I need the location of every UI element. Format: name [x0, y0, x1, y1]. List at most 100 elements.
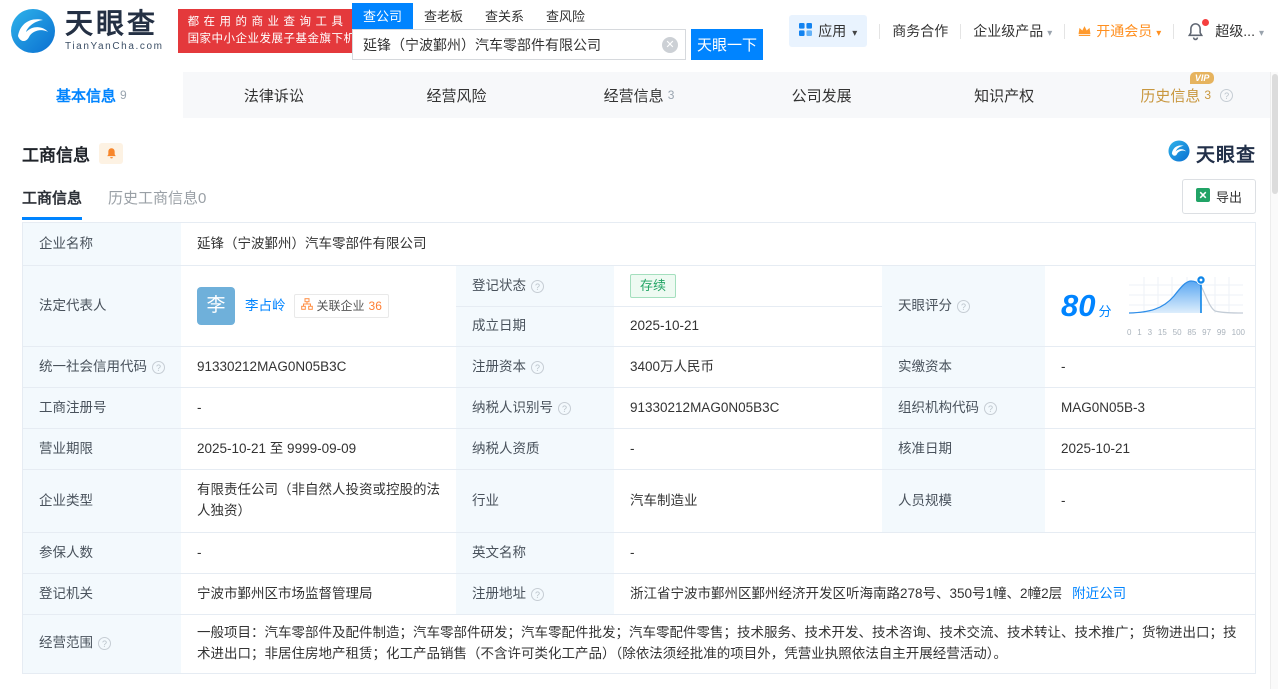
chevron-down-icon	[1156, 23, 1161, 39]
score-unit: 分	[1098, 303, 1112, 319]
label-text: 天眼评分	[898, 297, 952, 313]
header: 天眼查 TianYanCha.com 都在用的商业查询工具 国家中小企业发展子基…	[0, 0, 1278, 62]
tab-intellectual-property[interactable]: 知识产权	[913, 72, 1096, 118]
notification-dot	[1202, 18, 1210, 26]
table-row: 企业类型 有限责任公司（非自然人投资或控股的法人独资） 行业 汽车制造业 人员规…	[23, 469, 1255, 532]
main-content: 工商信息 天眼查 工商信息 历史工商信息0 导出 企业名称 延锋（宁波鄞州）汽车…	[0, 140, 1278, 674]
help-icon[interactable]	[957, 299, 970, 313]
field-label: 工商注册号	[23, 388, 181, 428]
tab-label: 历史信息	[1140, 87, 1201, 105]
tab-history-info[interactable]: 历史信息 VIP 3	[1095, 71, 1278, 118]
divider	[1064, 23, 1066, 39]
label-text: 登记状态	[472, 277, 526, 293]
help-icon[interactable]	[531, 360, 544, 374]
score-value: 80	[1061, 287, 1096, 323]
table-row: 工商注册号 - 纳税人识别号 91330212MAG0N05B3C 组织机构代码…	[23, 387, 1255, 428]
field-label: 纳税人识别号	[456, 388, 614, 428]
nav-enterprise[interactable]: 企业级产品	[973, 21, 1052, 41]
search-input[interactable]	[352, 29, 686, 60]
field-label: 登记状态	[456, 266, 614, 307]
table-row: 营业期限 2025-10-21 至 9999-09-09 纳税人资质 - 核准日…	[23, 428, 1255, 469]
field-label: 经营范围	[23, 615, 181, 673]
apps-menu[interactable]: 应用	[789, 15, 868, 47]
label-text: 注册资本	[472, 358, 526, 374]
divider	[960, 23, 962, 39]
search-tab-company[interactable]: 查公司	[352, 3, 414, 29]
field-label: 注册资本	[456, 347, 614, 387]
table-row: 法定代表人 李 李占岭 关联企业 36 登记状态 ? 存续 成立日期 2025-…	[23, 265, 1255, 346]
insured-staff-value: -	[197, 544, 202, 560]
help-icon[interactable]	[152, 360, 165, 374]
avatar[interactable]: 李	[197, 287, 235, 325]
score-cell: 80 分 0 1 3 15 50 85 97 99 100	[1045, 266, 1255, 346]
legal-rep-cell: 李 李占岭 关联企业 36	[181, 266, 456, 346]
field-label: 参保人数	[23, 533, 181, 573]
subscribe-bell-button[interactable]	[99, 143, 123, 164]
tab-count: 9	[119, 88, 127, 102]
tab-count: 3	[667, 88, 675, 102]
business-scope-value: 一般项目：汽车零部件及配件制造；汽车零部件研发；汽车零配件批发；汽车零配件零售；…	[197, 625, 1237, 661]
field-label: 法定代表人	[23, 266, 181, 346]
brand-name: 天眼查	[65, 8, 159, 39]
related-companies-badge[interactable]: 关联企业 36	[293, 293, 389, 319]
watermark-logo-icon	[1168, 140, 1190, 167]
nav-open-vip[interactable]: 开通会员	[1077, 21, 1161, 41]
search-button[interactable]: 天眼一下	[691, 29, 763, 60]
tab-legal-proceedings[interactable]: 法律诉讼	[183, 72, 366, 118]
label-text: 经营范围	[39, 635, 93, 651]
nearby-companies-link[interactable]: 附近公司	[1072, 584, 1126, 605]
watermark-logo: 天眼查	[1168, 140, 1256, 167]
help-icon[interactable]	[98, 637, 111, 651]
divider	[879, 23, 881, 39]
export-button[interactable]: 导出	[1181, 179, 1256, 214]
help-icon[interactable]	[531, 279, 544, 293]
approval-date-value: 2025-10-21	[1061, 440, 1131, 456]
field-label: 组织机构代码	[882, 388, 1045, 428]
chevron-down-icon	[1047, 23, 1052, 39]
subtab-history-registration[interactable]: 历史工商信息0	[108, 187, 206, 220]
chevron-down-icon	[852, 23, 857, 39]
credit-code-value: 91330212MAG0N05B3C	[197, 358, 347, 374]
field-label: 成立日期	[456, 307, 614, 346]
tab-label: 知识产权	[974, 87, 1035, 105]
reg-status-cell: 存续	[614, 266, 882, 306]
related-count: 36	[368, 298, 382, 313]
tab-basic-info[interactable]: 基本信息 9	[0, 72, 183, 118]
nav-cooperation[interactable]: 商务合作	[892, 21, 948, 41]
org-chart-icon	[300, 297, 313, 316]
field-label: 核准日期	[882, 429, 1045, 469]
table-row: 企业名称 延锋（宁波鄞州）汽车零部件有限公司	[23, 223, 1255, 265]
tianyancha-logo[interactable]: 天眼查 TianYanCha.com	[10, 8, 164, 54]
score-axis-ticks: 0 1 3 15 50 85 97 99 100	[1127, 327, 1245, 337]
help-icon[interactable]	[531, 587, 544, 601]
search-tab-boss[interactable]: 查老板	[413, 3, 474, 29]
chevron-down-icon	[1259, 23, 1264, 39]
search-tab-risk[interactable]: 查风险	[535, 3, 596, 29]
field-label: 注册地址	[456, 574, 614, 614]
tab-operating-risk[interactable]: 经营风险	[365, 72, 548, 118]
field-label: 统一社会信用代码	[23, 347, 181, 387]
field-label: 实缴资本	[882, 347, 1045, 387]
scrollbar[interactable]	[1270, 72, 1278, 689]
reg-no-value: -	[197, 399, 202, 415]
user-menu[interactable]: 超级...	[1215, 21, 1264, 41]
company-name-value: 延锋（宁波鄞州）汽车零部件有限公司	[197, 235, 427, 251]
notification-bell[interactable]	[1186, 18, 1210, 41]
tab-label: 法律诉讼	[243, 87, 304, 105]
tab-operating-info[interactable]: 经营信息 3	[548, 72, 731, 118]
subtabs: 工商信息 历史工商信息0	[22, 187, 206, 220]
enterprise-label: 企业级产品	[973, 23, 1044, 39]
label-text: 纳税人识别号	[472, 399, 553, 415]
scrollbar-thumb[interactable]	[1271, 74, 1278, 194]
subtab-current-registration[interactable]: 工商信息	[22, 187, 83, 220]
help-icon[interactable]	[984, 401, 997, 415]
clear-icon[interactable]: ✕	[662, 37, 678, 53]
help-icon[interactable]	[558, 401, 571, 415]
label-text: 统一社会信用代码	[39, 358, 147, 374]
tab-company-development[interactable]: 公司发展	[730, 72, 913, 118]
english-name-value: -	[630, 544, 635, 560]
search-tab-relation[interactable]: 查关系	[474, 3, 535, 29]
legal-rep-link[interactable]: 李占岭	[245, 296, 286, 317]
help-icon[interactable]	[1220, 88, 1234, 102]
org-code-value: MAG0N05B-3	[1061, 399, 1146, 415]
